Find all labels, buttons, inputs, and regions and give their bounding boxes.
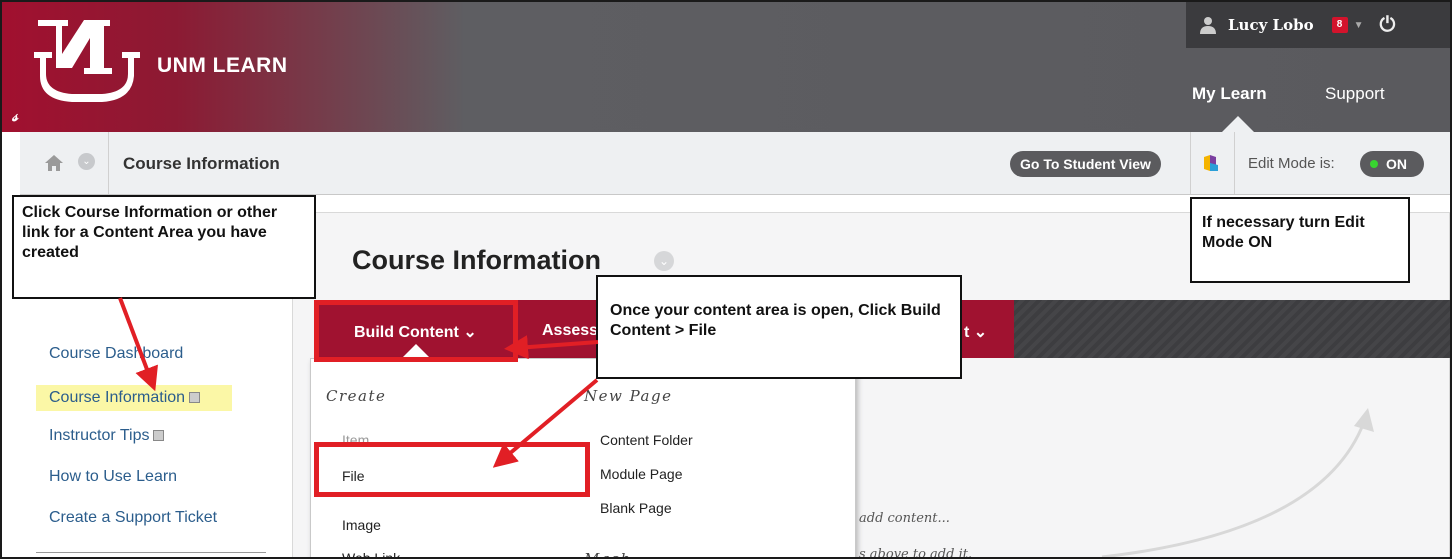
- arrow-to-file: [492, 378, 599, 468]
- arrow-to-course-information: [118, 297, 158, 392]
- annotation-arrows: [118, 297, 599, 468]
- screenshot-frame: UNM LEARN 𝓈 Lucy Lobo 8 ▼ ⏻ My Learn Sup…: [0, 0, 1452, 559]
- arrow-to-build-content: [504, 335, 599, 360]
